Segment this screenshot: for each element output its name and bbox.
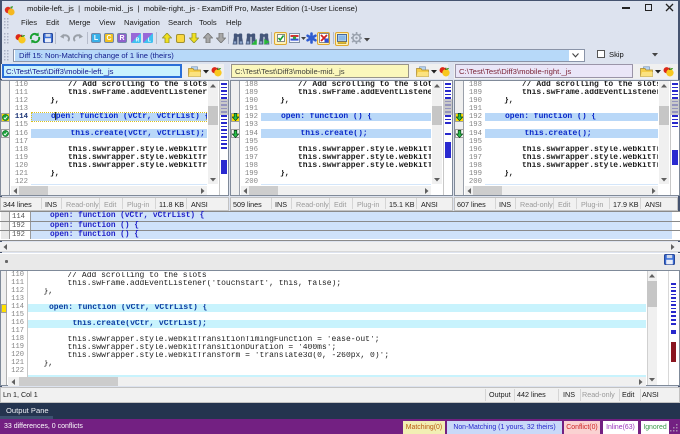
svg-text:R: R bbox=[136, 38, 140, 43]
svg-text:L: L bbox=[148, 38, 151, 43]
